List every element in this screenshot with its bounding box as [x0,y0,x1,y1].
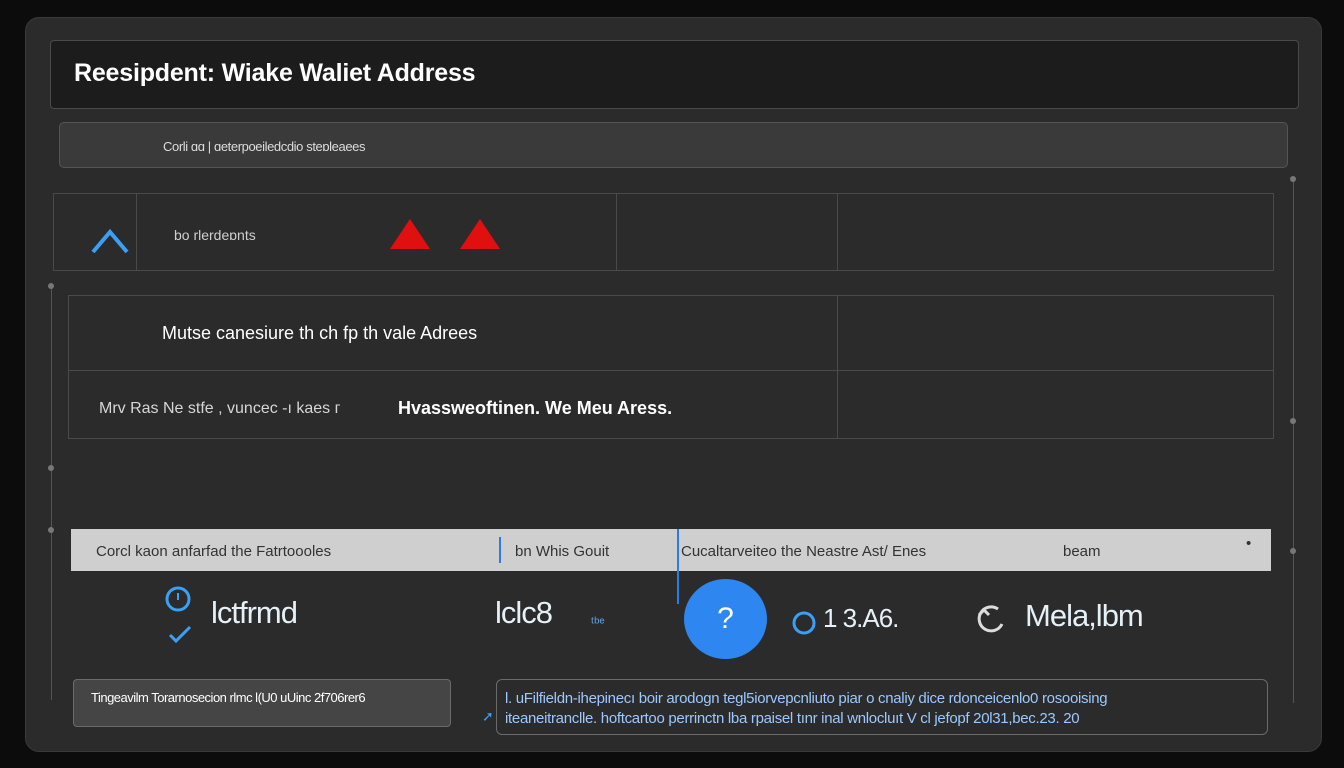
rail-marker [1290,548,1296,554]
details-note: l. uFilfieldn-ihepinecı boir arodogn teg… [496,679,1268,735]
rail-marker [1290,176,1296,182]
warning-icon [460,219,500,249]
right-scroll-rail[interactable] [1293,178,1294,703]
info-stripe: Corcl kaon anfarfad the Fatrtoooles bn W… [71,529,1271,604]
help-button[interactable]: ? [684,579,767,659]
page-title: Reesipdent: Wiake Waliet Address [74,59,476,87]
search-field[interactable]: Corli ɑɑ | ɑeterpoeiledcdio steɒleaees [59,122,1288,168]
table-divider [69,370,1273,371]
table-row-message: Mutse canesiure th ch fp th vale Adrees [162,323,478,343]
table-divider [837,296,838,438]
app-window: Reesipdent: Wiake Waliet Address Corli ɑ… [25,17,1322,752]
transaction-note: Tingeavilm Torarnosecion rlmc l(U0 uUinc… [73,679,451,727]
circle-icon [792,611,816,635]
warning-icon [390,219,430,249]
chevron-up-icon[interactable] [90,222,130,256]
clock-check-icon [165,586,192,643]
stripe-divider [499,537,501,563]
title-bar: Reesipdent: Wiake Waliet Address [50,40,1299,109]
table-divider [616,194,617,270]
note-line: l. uFilfieldn-ihepinecı boir arodogn teg… [505,690,1108,707]
alerts-label: bo rlerdeɒnts [174,227,256,243]
rail-marker [48,465,54,471]
stat-value: 1 3.A6. [823,603,899,633]
rail-marker [48,527,54,533]
search-text: Corli ɑɑ | ɑeterpoeiledcdio steɒleaees [163,139,366,154]
stripe-label: Cucaltarveiteo the Neastre Ast/ Enes [681,543,927,560]
table-row-value: Hvassweoftinen. We Meu Aress. [398,398,673,418]
question-icon: ? [717,602,734,635]
rail-marker [1290,418,1296,424]
left-scroll-rail[interactable] [51,286,52,700]
stripe-label: bn Whis Gouit [515,543,610,560]
note-text: Tingeavilm Torarnosecion rlmc l(U0 uUinc… [91,690,366,705]
stat-value: lctfrmd [211,595,298,630]
table-divider [136,194,137,270]
stat-suffix: ᵗᵇᵉ [591,614,605,630]
stripe-label: beam [1063,543,1101,560]
stat-value: Mela,lbm [1025,598,1144,633]
table-row-hint: Mrv Ras Ne stfe , vuncec -ı kaes ᴦ [99,400,341,417]
table-divider [837,194,838,270]
arrow-icon: ➚ [482,708,494,724]
stripe-dot: • [1246,535,1252,552]
address-table: Mutse canesiure th ch fp th vale Adrees … [68,295,1274,439]
note-line: iteaneitranclle. hoftcartoo perrinctn lb… [505,710,1080,727]
refresh-icon[interactable] [974,600,1010,636]
alerts-table: bo rlerdeɒnts [53,193,1274,271]
rail-marker [48,283,54,289]
stripe-label: Corcl kaon anfarfad the Fatrtoooles [96,543,332,560]
stripe-divider [677,529,679,604]
stat-value: lclc8 [495,595,553,630]
